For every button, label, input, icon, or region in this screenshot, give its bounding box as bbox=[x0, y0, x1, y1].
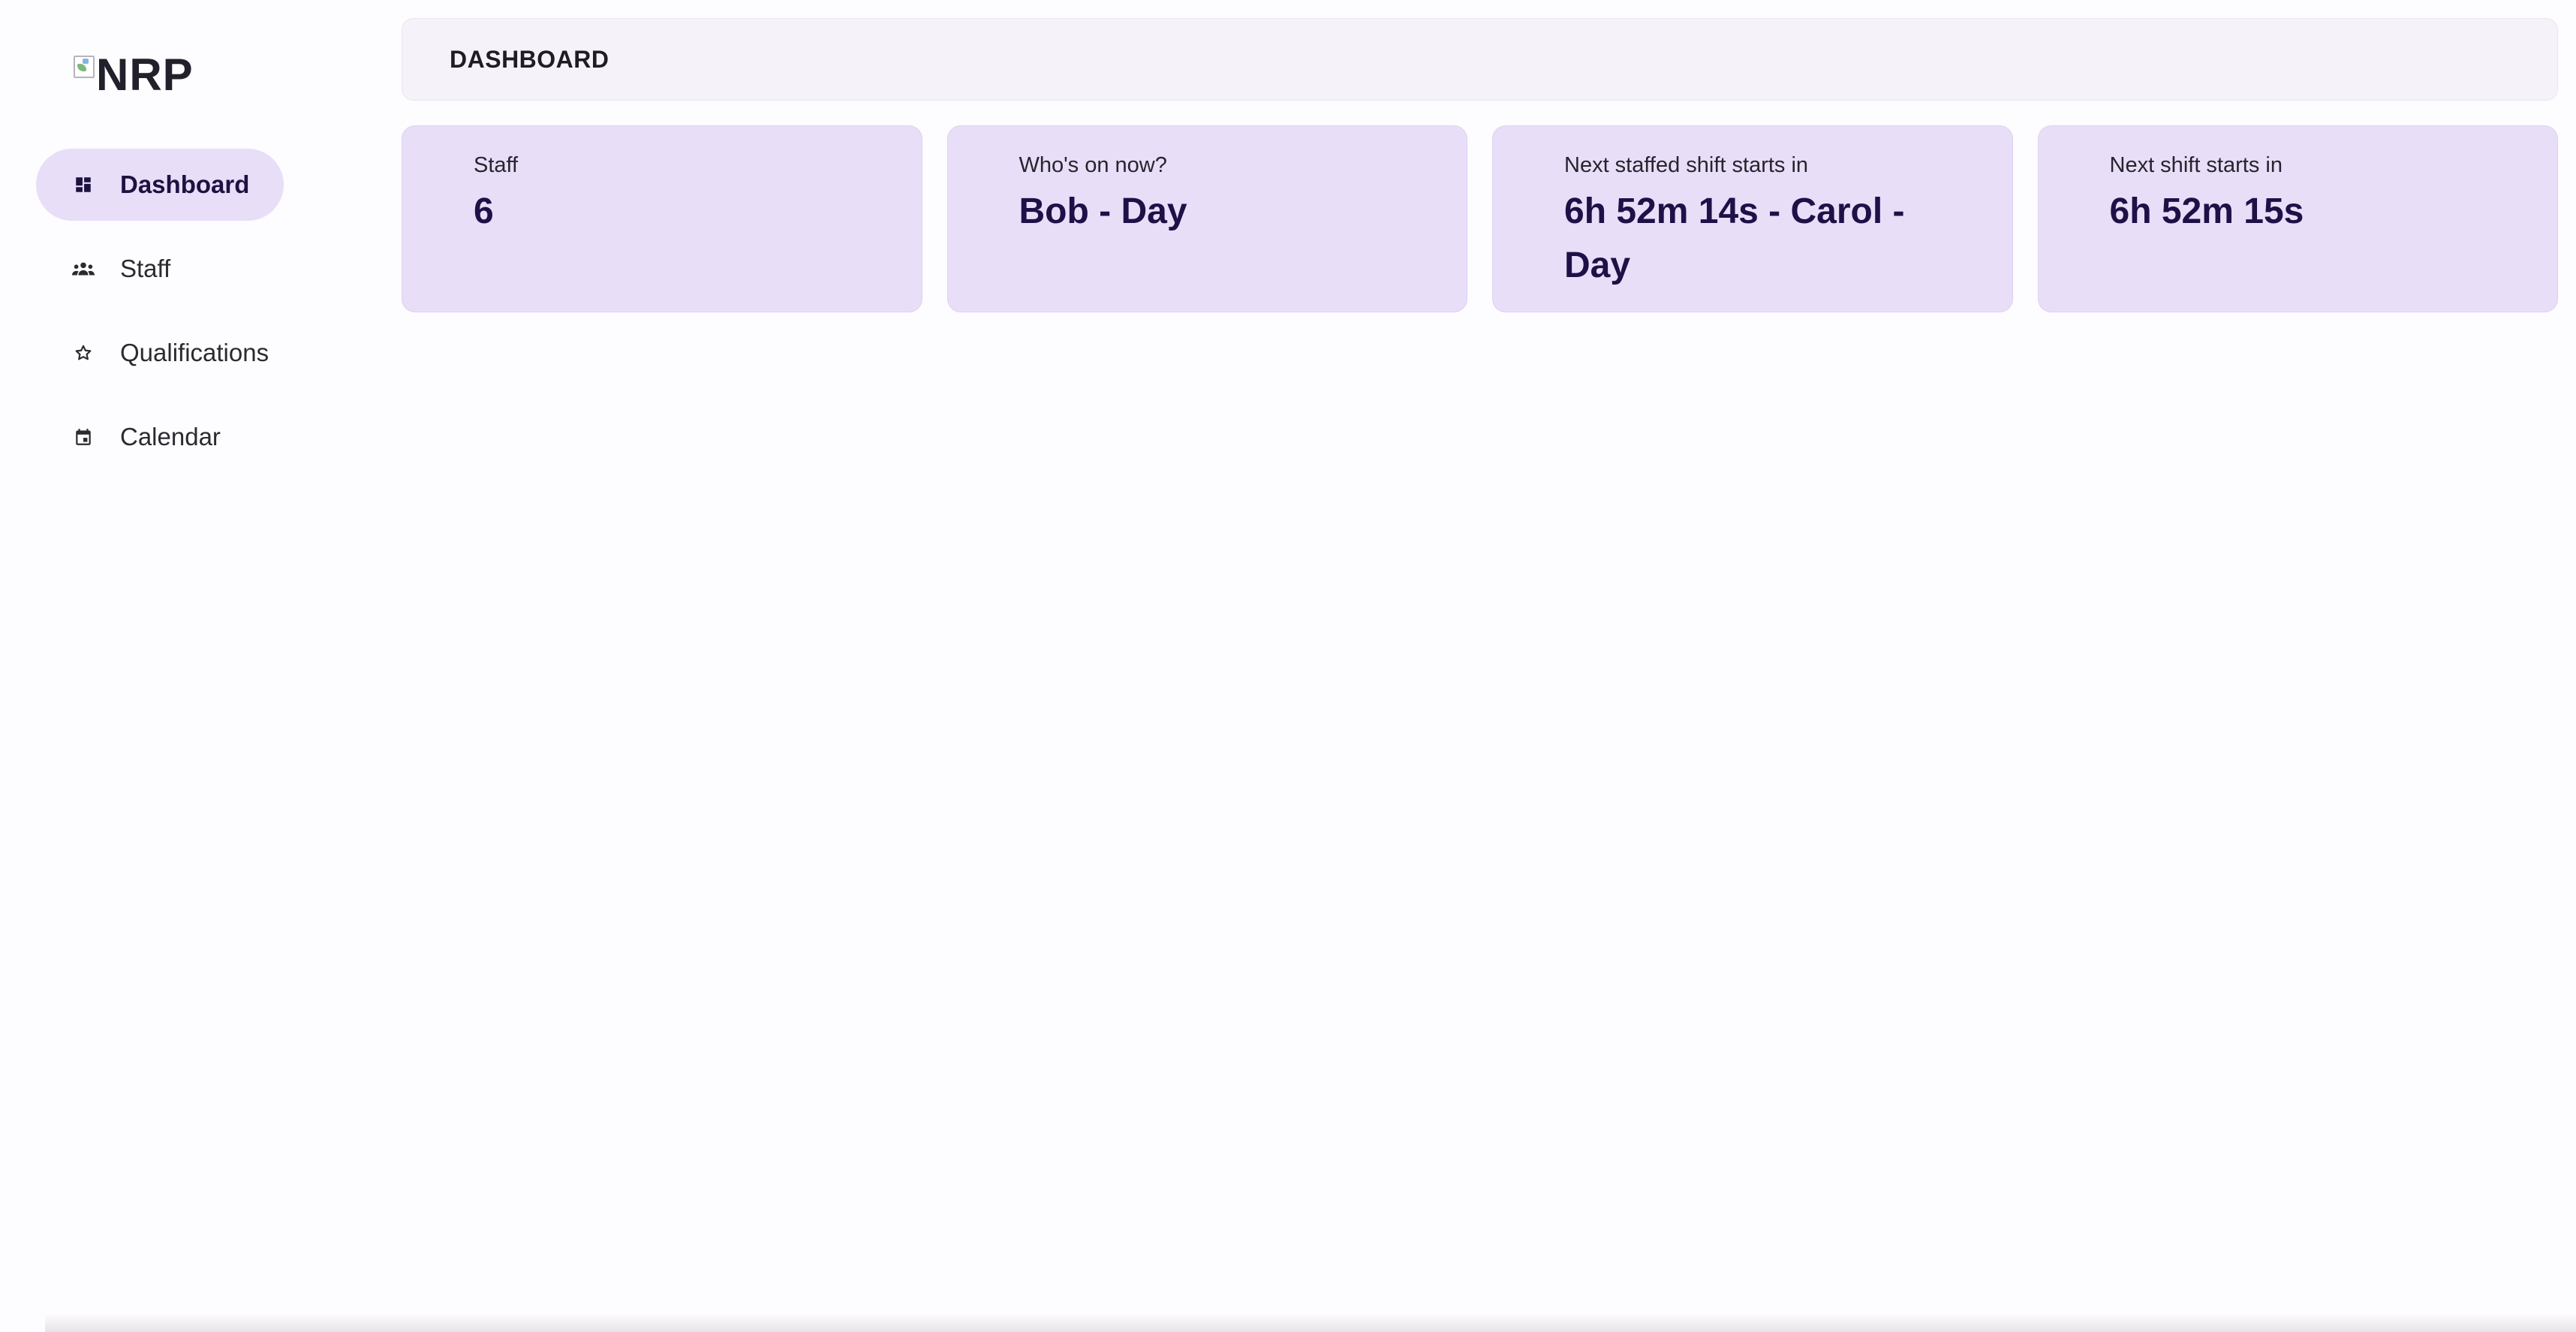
sidebar-item-label: Dashboard bbox=[120, 170, 250, 198]
sidebar-item-qualifications[interactable]: Qualifications bbox=[36, 317, 351, 389]
stat-cards: Staff 6 Who's on now? Bob - Day Next sta… bbox=[402, 125, 2558, 312]
stat-card-on-now: Who's on now? Bob - Day bbox=[946, 125, 1467, 312]
stat-card-next-staffed-shift: Next staffed shift starts in 6h 52m 14s … bbox=[1492, 125, 2013, 312]
sidebar-nav: Dashboard Staff Qualifications Calendar bbox=[36, 149, 351, 485]
logo-alt-text: NRP bbox=[96, 49, 194, 100]
stat-card-label: Next staffed shift starts in bbox=[1564, 153, 1809, 177]
broken-image-icon bbox=[72, 54, 95, 78]
stat-card-staff: Staff 6 bbox=[402, 125, 922, 312]
stat-card-label: Who's on now? bbox=[1019, 153, 1167, 177]
logo[interactable]: NRP bbox=[72, 48, 194, 101]
sidebar-item-dashboard[interactable]: Dashboard bbox=[36, 149, 284, 221]
stat-card-label: Next shift starts in bbox=[2109, 153, 2283, 177]
stat-card-value: 6h 52m 15s bbox=[2109, 191, 2304, 231]
sidebar-item-calendar[interactable]: Calendar bbox=[36, 401, 351, 473]
sidebar-item-label: Calendar bbox=[120, 423, 221, 451]
sidebar: NRP Dashboard Staff Qualifications Calen… bbox=[0, 0, 375, 1332]
stat-card-next-shift: Next shift starts in 6h 52m 15s bbox=[2037, 125, 2558, 312]
app-root: NRP Dashboard Staff Qualifications Calen… bbox=[0, 0, 2576, 1332]
page-title: DASHBOARD bbox=[450, 45, 609, 73]
stat-card-label: Staff bbox=[474, 153, 519, 177]
star-icon bbox=[72, 342, 95, 364]
stat-card-value: 6h 52m 14s - Carol - Day bbox=[1564, 191, 1905, 285]
sidebar-item-label: Qualifications bbox=[120, 339, 269, 366]
dashboard-icon bbox=[72, 173, 95, 196]
groups-icon bbox=[72, 258, 95, 280]
stat-card-value: Bob - Day bbox=[1019, 191, 1187, 231]
stat-card-value: 6 bbox=[474, 191, 494, 231]
sidebar-item-staff[interactable]: Staff bbox=[36, 233, 351, 305]
calendar-icon bbox=[72, 426, 95, 448]
sidebar-item-label: Staff bbox=[120, 255, 171, 282]
top-app-bar: DASHBOARD bbox=[402, 18, 2558, 101]
bottom-shadow bbox=[45, 1314, 2576, 1332]
